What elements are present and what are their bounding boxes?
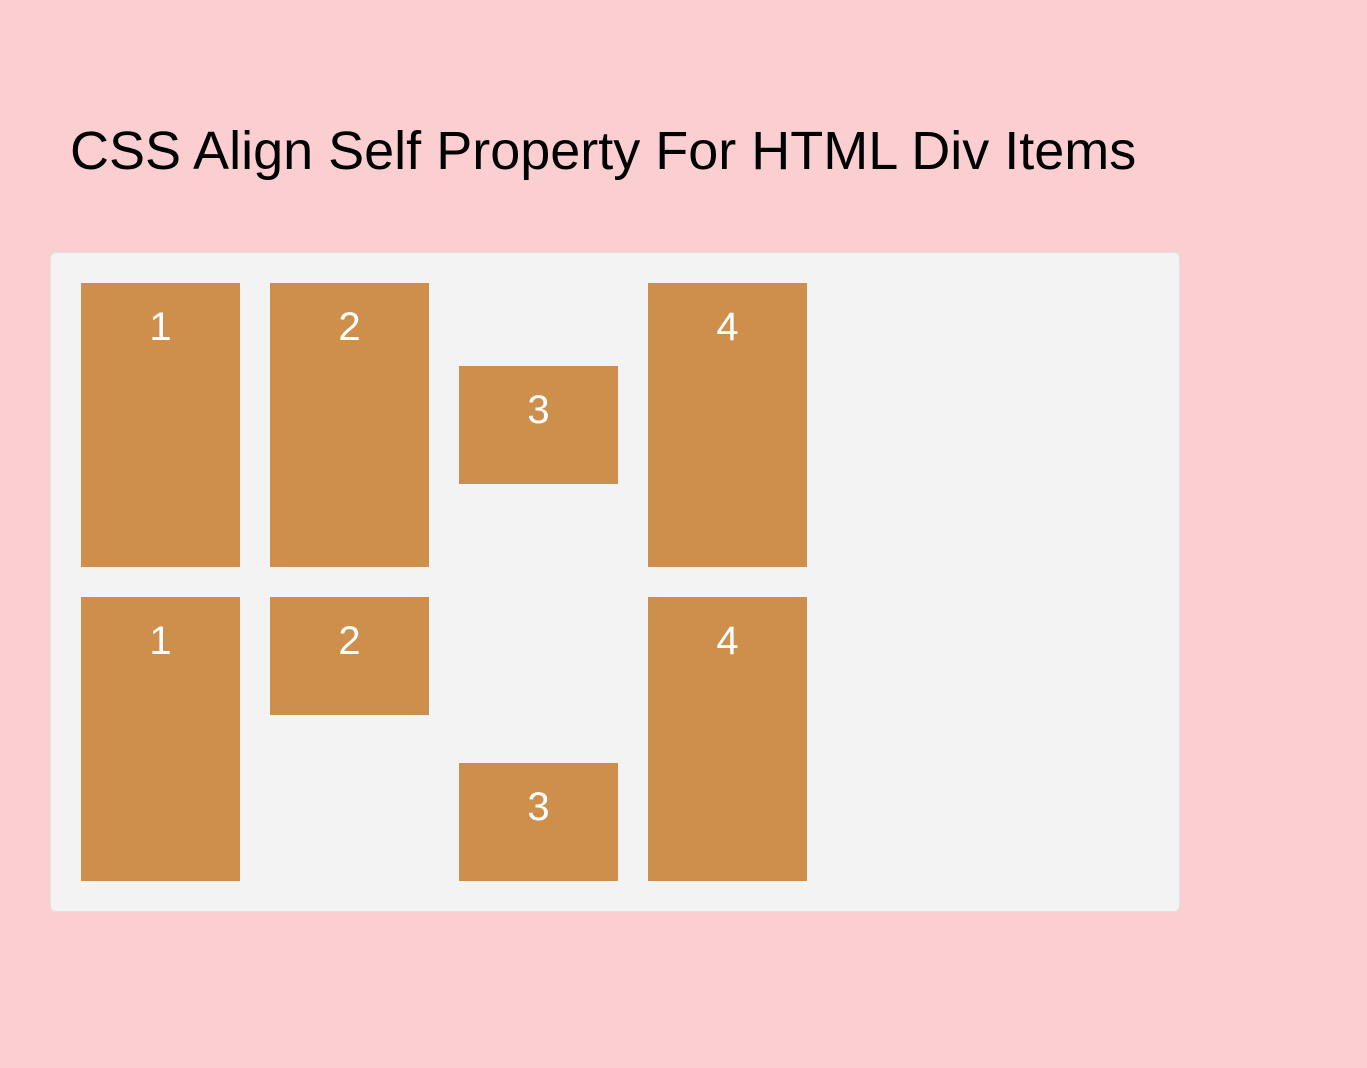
page-title: CSS Align Self Property For HTML Div Ite…	[70, 120, 1307, 182]
demo-container: 1 2 3 4 1 2 3 4	[50, 252, 1180, 912]
box-4: 4	[648, 597, 807, 881]
box-1: 1	[81, 597, 240, 881]
flex-row-2: 1 2 3 4	[81, 597, 1149, 881]
box-1: 1	[81, 283, 240, 567]
box-2: 2	[270, 283, 429, 567]
box-3: 3	[459, 366, 618, 484]
flex-row-1: 1 2 3 4	[81, 283, 1149, 567]
box-2: 2	[270, 597, 429, 715]
box-3: 3	[459, 763, 618, 881]
box-4: 4	[648, 283, 807, 567]
